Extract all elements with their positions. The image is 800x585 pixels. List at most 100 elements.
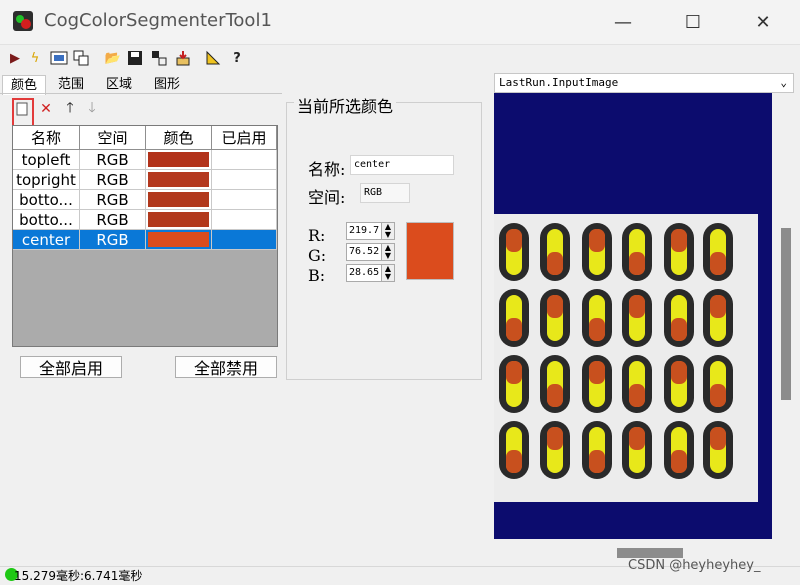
r-input[interactable]: 219.7 bbox=[346, 222, 386, 240]
row-name: topright bbox=[13, 170, 80, 190]
table-row[interactable]: botto... RGB bbox=[13, 210, 277, 230]
tab-color[interactable]: 颜色 bbox=[2, 75, 47, 95]
close-button[interactable]: ✕ bbox=[728, 0, 798, 44]
capsule-half bbox=[629, 384, 645, 407]
row-name: center bbox=[13, 230, 80, 250]
capsule-half bbox=[629, 252, 645, 275]
name-field[interactable]: center bbox=[350, 155, 454, 175]
capsule-half bbox=[547, 427, 563, 450]
capsule-half bbox=[671, 450, 687, 473]
capsule-half bbox=[547, 384, 563, 407]
b-stepper[interactable]: ▲ ▼ bbox=[381, 264, 395, 282]
b-label: B: bbox=[308, 266, 326, 285]
chevron-down-icon: ⌄ bbox=[780, 76, 787, 89]
save-icon[interactable] bbox=[126, 48, 144, 68]
r-label: R: bbox=[308, 226, 326, 245]
capsule-image bbox=[494, 214, 758, 502]
r-stepper[interactable]: ▲ ▼ bbox=[381, 222, 395, 240]
tab-region[interactable]: 区域 bbox=[98, 75, 140, 94]
header-enabled[interactable]: 已启用 bbox=[212, 126, 277, 150]
export-icon[interactable] bbox=[150, 48, 168, 68]
tab-graphics[interactable]: 图形 bbox=[146, 75, 188, 94]
color-swatch bbox=[148, 232, 209, 247]
row-enabled bbox=[212, 170, 277, 190]
row-color bbox=[146, 230, 212, 250]
color-swatch bbox=[148, 192, 209, 207]
electric-icon[interactable]: ϟ bbox=[26, 48, 44, 68]
color-swatch bbox=[148, 172, 209, 187]
current-color-swatch[interactable] bbox=[406, 222, 454, 280]
name-label: 名称: bbox=[308, 160, 346, 179]
open-icon[interactable]: 📂 bbox=[104, 48, 122, 68]
header-space[interactable]: 空间 bbox=[80, 126, 146, 150]
capsule-half bbox=[547, 252, 563, 275]
color-table: 名称 空间 颜色 已启用 topleft RGB topright RGB botto.… bbox=[12, 125, 278, 347]
horizontal-scroll-thumb[interactable] bbox=[617, 548, 683, 558]
row-name: botto... bbox=[13, 210, 80, 230]
app-icon bbox=[12, 10, 34, 32]
capsule-half bbox=[671, 229, 687, 252]
header-color[interactable]: 颜色 bbox=[146, 126, 212, 150]
table-row[interactable]: topleft RGB bbox=[13, 150, 277, 170]
row-color bbox=[146, 170, 212, 190]
row-color bbox=[146, 190, 212, 210]
enable-all-button[interactable]: 全部启用 bbox=[20, 356, 122, 378]
copy-icon[interactable] bbox=[72, 48, 90, 68]
window-title: CogColorSegmenterTool1 bbox=[44, 10, 272, 31]
row-space: RGB bbox=[80, 150, 146, 170]
capsule-half bbox=[589, 450, 605, 473]
capsule-half bbox=[629, 295, 645, 318]
color-swatch bbox=[148, 212, 209, 227]
minimize-button[interactable]: — bbox=[588, 0, 658, 44]
capsule-half bbox=[589, 318, 605, 341]
row-space: RGB bbox=[80, 190, 146, 210]
capsule-half bbox=[629, 427, 645, 450]
space-label: 空间: bbox=[308, 188, 346, 207]
color-swatch bbox=[148, 152, 209, 167]
tab-range[interactable]: 范围 bbox=[50, 75, 92, 94]
space-field: RGB bbox=[360, 183, 410, 203]
run-icon[interactable]: ▶ bbox=[6, 48, 24, 68]
capsule-half bbox=[710, 427, 726, 450]
move-down-icon[interactable]: 🡓 bbox=[84, 100, 100, 118]
header-name[interactable]: 名称 bbox=[13, 126, 80, 150]
capsule-half bbox=[506, 450, 522, 473]
row-name: topleft bbox=[13, 150, 80, 170]
import-icon[interactable] bbox=[174, 48, 192, 68]
g-label: G: bbox=[308, 246, 327, 265]
disable-all-button[interactable]: 全部禁用 bbox=[175, 356, 277, 378]
capsule-half bbox=[589, 229, 605, 252]
image-selector-value: LastRun.InputImage bbox=[499, 76, 619, 89]
move-up-icon[interactable]: 🡑 bbox=[62, 100, 78, 118]
row-name: botto... bbox=[13, 190, 80, 210]
table-row[interactable]: topright RGB bbox=[13, 170, 277, 190]
table-row[interactable]: botto... RGB bbox=[13, 190, 277, 210]
row-enabled bbox=[212, 210, 277, 230]
g-input[interactable]: 76.52 bbox=[346, 243, 386, 261]
row-color bbox=[146, 150, 212, 170]
help-icon[interactable]: ? bbox=[228, 48, 246, 68]
ruler-icon[interactable] bbox=[204, 48, 222, 68]
row-color bbox=[146, 210, 212, 230]
image-display[interactable] bbox=[494, 93, 772, 539]
capsule-half bbox=[710, 252, 726, 275]
capsule-half bbox=[506, 318, 522, 341]
tab-divider bbox=[0, 93, 282, 94]
image-selector[interactable]: LastRun.InputImage ⌄ bbox=[494, 73, 794, 93]
b-input[interactable]: 28.65 bbox=[346, 264, 386, 282]
maximize-button[interactable]: ☐ bbox=[658, 0, 728, 44]
capsule-half bbox=[671, 318, 687, 341]
row-space: RGB bbox=[80, 170, 146, 190]
group-title: 当前所选颜色 bbox=[294, 93, 397, 117]
watermark: CSDN @heyheyhey_ bbox=[628, 558, 761, 573]
table-row[interactable]: center RGB bbox=[13, 230, 277, 250]
row-space: RGB bbox=[80, 230, 146, 250]
vertical-scroll-thumb[interactable] bbox=[781, 228, 791, 400]
delete-icon[interactable]: ✕ bbox=[38, 100, 54, 118]
g-stepper[interactable]: ▲ ▼ bbox=[381, 243, 395, 261]
image-icon[interactable] bbox=[50, 48, 68, 68]
capsule-half bbox=[589, 361, 605, 384]
row-enabled bbox=[212, 190, 277, 210]
capsule-half bbox=[671, 361, 687, 384]
row-space: RGB bbox=[80, 210, 146, 230]
